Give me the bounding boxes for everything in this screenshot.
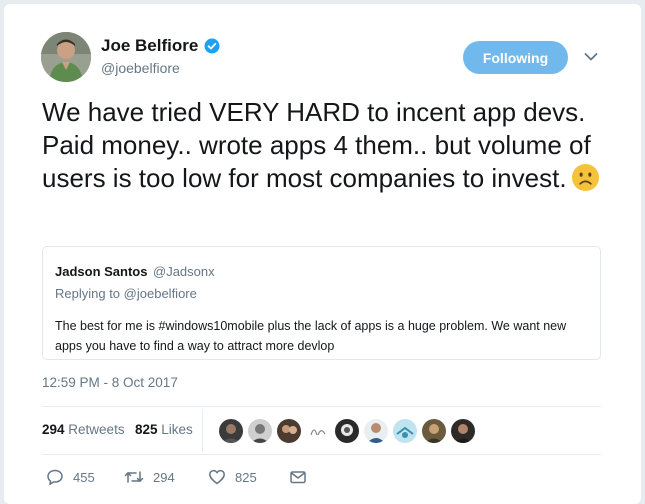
liker-avatar[interactable] (219, 419, 243, 443)
tweet-timestamp[interactable]: 12:59 PM - 8 Oct 2017 (42, 375, 178, 390)
likes-stat-count: 825 (135, 422, 158, 437)
heart-icon (209, 469, 225, 485)
divider (42, 454, 601, 455)
retweet-count: 294 (153, 469, 175, 485)
following-button[interactable]: Following (463, 41, 568, 74)
quoted-author-handle: @Jadsonx (153, 264, 215, 279)
likes-stat-label: Likes (161, 422, 193, 437)
reply-to-handle[interactable]: @joebelfiore (124, 286, 197, 301)
reply-icon (47, 469, 63, 486)
liker-avatar[interactable] (364, 419, 388, 443)
quoted-author-name: Jadson Santos (55, 264, 148, 279)
tweet-text: We have tried VERY HARD to incent app de… (42, 96, 612, 195)
liker-avatar[interactable] (248, 419, 272, 443)
chevron-down-icon[interactable] (584, 52, 598, 62)
likes-stat[interactable]: 825 Likes (135, 422, 193, 437)
liker-avatar[interactable] (451, 419, 475, 443)
retweet-button[interactable]: 294 (124, 466, 175, 488)
author-avatar[interactable] (41, 32, 91, 82)
retweets-stat-label: Retweets (68, 422, 125, 437)
reply-count: 455 (73, 469, 95, 485)
envelope-icon (290, 471, 306, 484)
direct-message-button[interactable] (289, 466, 316, 488)
retweets-stat[interactable]: 294 Retweets (42, 422, 125, 437)
like-count: 825 (235, 469, 257, 485)
liker-avatar[interactable] (422, 419, 446, 443)
retweets-stat-count: 294 (42, 422, 65, 437)
stats-divider (202, 409, 203, 452)
like-button[interactable]: 825 (208, 466, 257, 488)
quoted-tweet[interactable]: Jadson Santos @Jadsonx Replying to @joeb… (42, 246, 601, 360)
liker-avatar[interactable] (277, 419, 301, 443)
reply-button[interactable]: 455 (46, 466, 95, 488)
frowning-face-emoji-icon (571, 163, 599, 192)
liker-avatar[interactable] (393, 419, 417, 443)
liker-avatar[interactable] (335, 419, 359, 443)
author-name[interactable]: Joe Belfiore (101, 36, 198, 56)
reply-prefix: Replying to (55, 286, 121, 301)
tweet-text-body: We have tried VERY HARD to incent app de… (42, 97, 591, 193)
quoted-reply-context: Replying to @joebelfiore (55, 286, 197, 301)
liker-avatar[interactable] (306, 419, 330, 443)
tweet-card: Joe Belfiore @joebelfiore Following We h… (4, 4, 641, 504)
tweet-stats: 294 Retweets 825 Likes (42, 407, 601, 454)
retweet-icon (124, 471, 144, 483)
tweet-actions: 455 294 825 (42, 466, 342, 490)
author-handle[interactable]: @joebelfiore (101, 60, 180, 76)
quoted-tweet-text: The best for me is #windows10mobile plus… (55, 319, 567, 353)
verified-badge-icon (204, 38, 220, 54)
